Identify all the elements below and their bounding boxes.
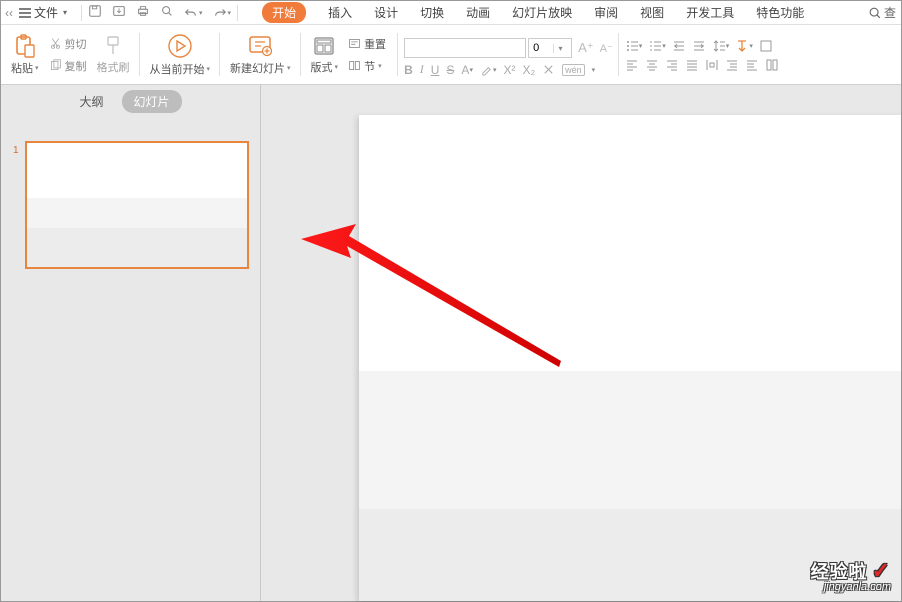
print-icon[interactable]: [136, 4, 150, 21]
reset-button[interactable]: 重置: [346, 35, 388, 53]
copy-button[interactable]: 复制: [47, 57, 89, 75]
tab-start[interactable]: 开始: [262, 2, 306, 23]
font-size-input[interactable]: [529, 42, 553, 54]
new-slide-button[interactable]: 新建幻灯片▾: [226, 31, 295, 79]
slide-canvas-area: [261, 85, 901, 601]
search-button[interactable]: 查: [868, 4, 897, 21]
superscript-button[interactable]: X²: [503, 63, 515, 77]
tab-slideshow[interactable]: 幻灯片放映: [512, 4, 572, 21]
file-menu-label: 文件: [34, 4, 58, 21]
print-preview-icon[interactable]: [160, 4, 174, 21]
indent-right-button[interactable]: [745, 58, 759, 72]
save-icon[interactable]: [88, 4, 102, 21]
slides-view-tab[interactable]: 幻灯片: [122, 90, 182, 113]
slide-thumbnail-1[interactable]: [25, 141, 249, 269]
collapse-sidebar-icon[interactable]: ‹‹: [5, 6, 13, 20]
export-icon[interactable]: [112, 4, 126, 21]
watermark: 经验啦✓ jingyanla.com: [811, 558, 891, 593]
italic-button[interactable]: I: [420, 62, 424, 77]
search-label: 查: [884, 4, 896, 21]
numbering-button[interactable]: ▾: [648, 39, 666, 53]
more-para-icon[interactable]: [759, 39, 773, 53]
highlight-button[interactable]: ▾: [480, 63, 497, 76]
outline-view-tab[interactable]: 大纲: [79, 93, 103, 110]
tab-devtools[interactable]: 开发工具: [686, 4, 734, 21]
paste-button[interactable]: 粘贴▾: [7, 31, 43, 79]
decrease-font-icon[interactable]: A⁻: [600, 42, 613, 55]
align-justify-button[interactable]: [685, 58, 699, 72]
tab-review[interactable]: 审阅: [594, 4, 618, 21]
slide-thumbnail-panel: 1: [1, 117, 260, 601]
columns-button[interactable]: [765, 58, 779, 72]
align-left-button[interactable]: [625, 58, 639, 72]
tab-design[interactable]: 设计: [374, 4, 398, 21]
font-name-combo[interactable]: ▾: [404, 38, 526, 58]
align-right-button[interactable]: [665, 58, 679, 72]
format-painter-button[interactable]: 格式刷: [93, 32, 134, 78]
tab-transition[interactable]: 切换: [420, 4, 444, 21]
strike-button[interactable]: S: [446, 63, 454, 77]
undo-button[interactable]: ▾: [184, 6, 203, 20]
bullets-button[interactable]: ▾: [625, 39, 643, 53]
tab-special[interactable]: 特色功能: [756, 4, 804, 21]
font-color-button[interactable]: A▾: [461, 63, 473, 77]
indent-left-button[interactable]: [725, 58, 739, 72]
bold-button[interactable]: B: [404, 63, 413, 77]
increase-font-icon[interactable]: A⁺: [578, 40, 594, 56]
cut-button[interactable]: 剪切: [47, 35, 89, 53]
decrease-indent-button[interactable]: [672, 39, 686, 53]
layout-button[interactable]: 版式▾: [307, 32, 343, 78]
slide-canvas[interactable]: [359, 115, 901, 601]
tab-view[interactable]: 视图: [640, 4, 664, 21]
section-button[interactable]: 节▾: [346, 57, 388, 75]
text-direction-button[interactable]: ▾: [735, 39, 753, 53]
font-size-combo[interactable]: ▾: [528, 38, 572, 58]
align-center-button[interactable]: [645, 58, 659, 72]
file-menu[interactable]: 文件 ▾: [19, 4, 67, 21]
increase-indent-button[interactable]: [692, 39, 706, 53]
phonetic-button[interactable]: wén: [562, 64, 585, 76]
subscript-button[interactable]: X₂: [522, 63, 535, 77]
distribute-h-button[interactable]: [705, 58, 719, 72]
underline-button[interactable]: U: [431, 63, 440, 77]
tab-insert[interactable]: 插入: [328, 4, 352, 21]
from-current-button[interactable]: 从当前开始▾: [146, 30, 215, 80]
line-spacing-button[interactable]: ▾: [712, 39, 730, 53]
redo-button[interactable]: ▾: [213, 6, 232, 20]
tab-animation[interactable]: 动画: [466, 4, 490, 21]
slide-number: 1: [13, 145, 19, 156]
clear-format-button[interactable]: [542, 63, 555, 76]
